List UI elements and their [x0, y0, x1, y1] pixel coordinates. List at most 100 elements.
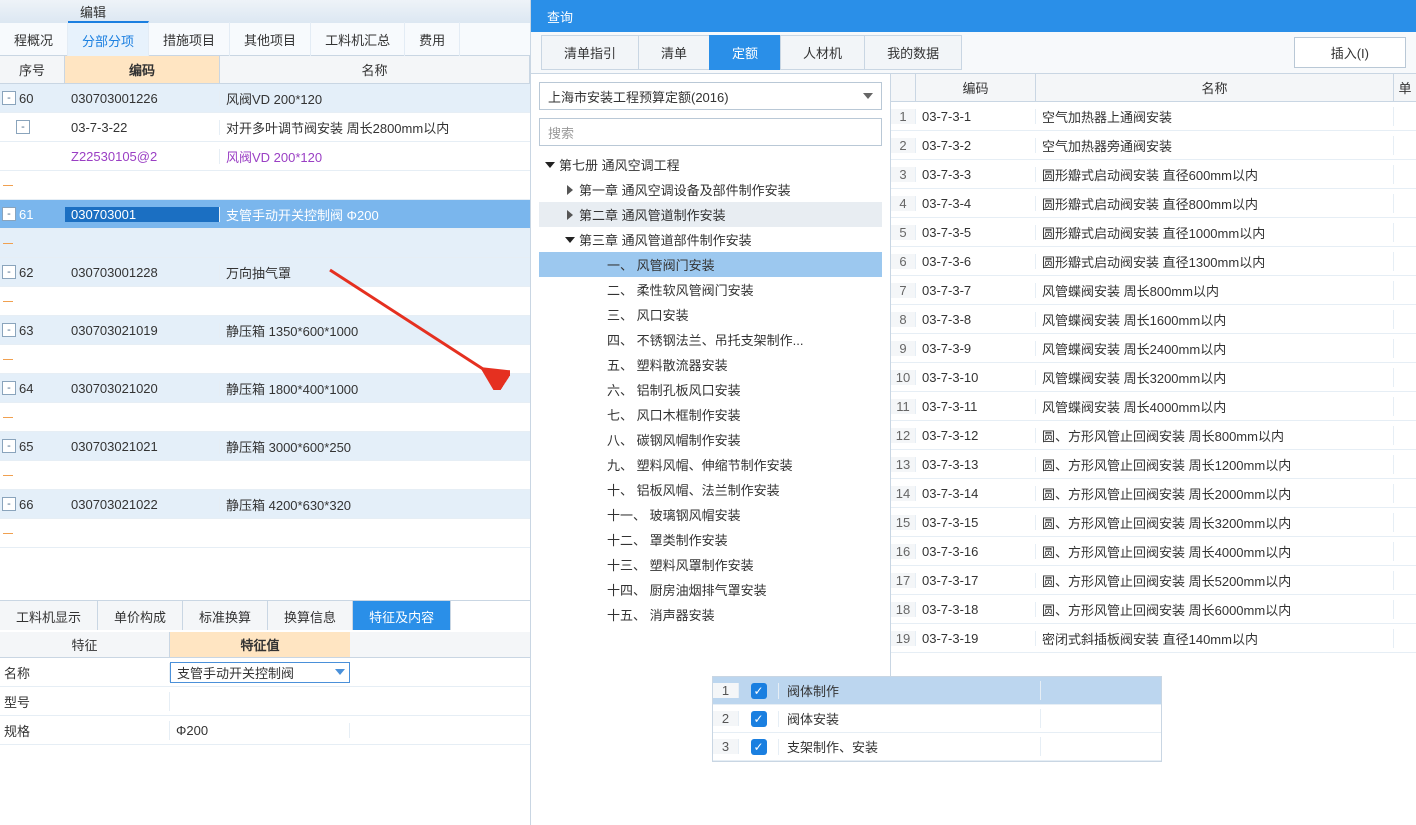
tree-node[interactable]: 第一章 通风空调设备及部件制作安装 [539, 177, 882, 202]
grid-body[interactable]: -60030703001226风阀VD 200*120-03-7-3-22对开多… [0, 84, 530, 594]
data-col-name: 名称 [1036, 74, 1394, 101]
data-row[interactable]: 1003-7-3-10风管蝶阀安装 周长3200mm以内 [891, 363, 1416, 392]
query-tab[interactable]: 我的数据 [864, 35, 962, 70]
query-tab[interactable]: 人材机 [780, 35, 865, 70]
data-row[interactable]: 1903-7-3-19密闭式斜插板阀安装 直径140mm以内 [891, 624, 1416, 653]
tree-twisty-icon[interactable] [565, 237, 575, 243]
tree-node[interactable]: 九、 塑料风帽、伸缩节制作安装 [539, 452, 882, 477]
query-title: 查询 [547, 7, 573, 26]
data-row[interactable]: 1303-7-3-13圆、方形风管止回阀安装 周长1200mm以内 [891, 450, 1416, 479]
bottom-tab[interactable]: 特征及内容 [353, 601, 451, 630]
tree-node[interactable]: 六、 铝制孔板风口安装 [539, 377, 882, 402]
expand-toggle[interactable]: - [2, 323, 16, 337]
data-row[interactable]: 1403-7-3-14圆、方形风管止回阀安装 周长2000mm以内 [891, 479, 1416, 508]
top-tab[interactable]: 措施项目 [149, 22, 230, 57]
bottom-tab[interactable]: 单价构成 [98, 601, 183, 630]
tree-node[interactable]: 七、 风口木框制作安装 [539, 402, 882, 427]
col-code: 编码 [65, 56, 220, 83]
top-tab[interactable]: 费用 [405, 22, 460, 57]
grid-row[interactable]: -60030703001226风阀VD 200*120 [0, 84, 530, 113]
tree-twisty-icon[interactable] [545, 162, 555, 168]
expand-toggle[interactable]: - [16, 120, 30, 134]
feature-table-head: 特征 特征值 [0, 632, 530, 658]
data-row[interactable]: 103-7-3-1空气加热器上通阀安装 [891, 102, 1416, 131]
quota-select[interactable]: 上海市安装工程预算定额(2016) [539, 82, 882, 110]
checklist-row[interactable]: 3✓支架制作、安装 [713, 733, 1161, 761]
checkbox-icon[interactable]: ✓ [751, 739, 767, 755]
data-row[interactable]: 1803-7-3-18圆、方形风管止回阀安装 周长6000mm以内 [891, 595, 1416, 624]
feature-col-name: 特征 [0, 632, 170, 657]
tree-node[interactable]: 第二章 通风管道制作安装 [539, 202, 882, 227]
top-tab[interactable]: 其他项目 [230, 22, 311, 57]
tree-node[interactable]: 第三章 通风管道部件制作安装 [539, 227, 882, 252]
grid-row[interactable]: Z22530105@2风阀VD 200*120 [0, 142, 530, 171]
data-row[interactable]: 403-7-3-4圆形瓣式启动阀安装 直径800mm以内 [891, 189, 1416, 218]
expand-toggle[interactable]: - [2, 91, 16, 105]
tree-twisty-icon[interactable] [567, 210, 573, 220]
tree-node[interactable]: 五、 塑料散流器安装 [539, 352, 882, 377]
bottom-tab[interactable]: 换算信息 [268, 601, 353, 630]
tree-scroll[interactable]: 第七册 通风空调工程第一章 通风空调设备及部件制作安装第二章 通风管道制作安装第… [539, 152, 882, 672]
expand-toggle[interactable]: - [2, 497, 16, 511]
col-seq: 序号 [0, 56, 65, 83]
tree-node[interactable]: 十二、 罩类制作安装 [539, 527, 882, 552]
expand-toggle[interactable]: - [2, 439, 16, 453]
tree-node[interactable]: 四、 不锈钢法兰、吊托支架制作... [539, 327, 882, 352]
top-tab[interactable]: 分部分项 [68, 21, 149, 58]
data-row[interactable]: 303-7-3-3圆形瓣式启动阀安装 直径600mm以内 [891, 160, 1416, 189]
checkbox-icon[interactable]: ✓ [751, 711, 767, 727]
grid-row[interactable]: -63030703021019静压箱 1350*600*1000 [0, 316, 530, 345]
data-row[interactable]: 1703-7-3-17圆、方形风管止回阀安装 周长5200mm以内 [891, 566, 1416, 595]
tree-node[interactable]: 三、 风口安装 [539, 302, 882, 327]
checkbox-icon[interactable]: ✓ [751, 683, 767, 699]
tree-node[interactable]: 一、 风管阀门安装 [539, 252, 882, 277]
query-title-bar: 查询 [531, 0, 1416, 32]
data-row[interactable]: 203-7-3-2空气加热器旁通阀安装 [891, 131, 1416, 160]
query-tabs: 清单指引清单定额人材机我的数据 [541, 35, 961, 70]
grid-row[interactable]: -65030703021021静压箱 3000*600*250 [0, 432, 530, 461]
grid-row[interactable]: -03-7-3-22对开多叶调节阀安装 周长2800mm以内 [0, 113, 530, 142]
tree-node[interactable]: 十五、 消声器安装 [539, 602, 882, 627]
tree-node[interactable]: 第七册 通风空调工程 [539, 152, 882, 177]
checklist-row[interactable]: 1✓阀体制作 [713, 677, 1161, 705]
tree-node[interactable]: 十三、 塑料风罩制作安装 [539, 552, 882, 577]
data-row[interactable]: 1203-7-3-12圆、方形风管止回阀安装 周长800mm以内 [891, 421, 1416, 450]
data-row[interactable]: 603-7-3-6圆形瓣式启动阀安装 直径1300mm以内 [891, 247, 1416, 276]
insert-button[interactable]: 插入(I) [1294, 37, 1406, 68]
data-pane: 编码 名称 单 103-7-3-1空气加热器上通阀安装203-7-3-2空气加热… [891, 74, 1416, 680]
tree-node[interactable]: 八、 碳钢风帽制作安装 [539, 427, 882, 452]
tree-search-input[interactable]: 搜索 [539, 118, 882, 146]
expand-toggle[interactable]: - [2, 207, 16, 221]
data-row[interactable]: 1603-7-3-16圆、方形风管止回阀安装 周长4000mm以内 [891, 537, 1416, 566]
feature-row[interactable]: 名称支管手动开关控制阀 [0, 658, 530, 687]
query-tab[interactable]: 定额 [709, 35, 781, 70]
checklist-row[interactable]: 2✓阀体安装 [713, 705, 1161, 733]
grid-row[interactable]: -66030703021022静压箱 4200*630*320 [0, 490, 530, 519]
feature-row[interactable]: 规格Φ200 [0, 716, 530, 745]
data-rows[interactable]: 103-7-3-1空气加热器上通阀安装203-7-3-2空气加热器旁通阀安装30… [891, 102, 1416, 680]
bottom-tab[interactable]: 工料机显示 [0, 601, 98, 630]
query-tab[interactable]: 清单指引 [541, 35, 639, 70]
data-row[interactable]: 703-7-3-7风管蝶阀安装 周长800mm以内 [891, 276, 1416, 305]
top-tab[interactable]: 工料机汇总 [311, 22, 405, 57]
tree-node[interactable]: 二、 柔性软风管阀门安装 [539, 277, 882, 302]
top-tab[interactable]: 程概况 [0, 22, 68, 57]
expand-toggle[interactable]: - [2, 265, 16, 279]
data-row[interactable]: 503-7-3-5圆形瓣式启动阀安装 直径1000mm以内 [891, 218, 1416, 247]
tree-node[interactable]: 十一、 玻璃钢风帽安装 [539, 502, 882, 527]
tree-twisty-icon[interactable] [567, 185, 573, 195]
data-row[interactable]: 1103-7-3-11风管蝶阀安装 周长4000mm以内 [891, 392, 1416, 421]
dropdown-icon[interactable] [335, 669, 345, 675]
grid-row[interactable]: -62030703001228万向抽气罩 [0, 258, 530, 287]
grid-row[interactable]: -64030703021020静压箱 1800*400*1000 [0, 374, 530, 403]
data-row[interactable]: 903-7-3-9风管蝶阀安装 周长2400mm以内 [891, 334, 1416, 363]
tree-node[interactable]: 十四、 厨房油烟排气罩安装 [539, 577, 882, 602]
tree-node[interactable]: 十、 铝板风帽、法兰制作安装 [539, 477, 882, 502]
data-row[interactable]: 1503-7-3-15圆、方形风管止回阀安装 周长3200mm以内 [891, 508, 1416, 537]
data-row[interactable]: 803-7-3-8风管蝶阀安装 周长1600mm以内 [891, 305, 1416, 334]
grid-row[interactable]: -61030703001支管手动开关控制阀 Φ200 [0, 200, 530, 229]
bottom-tab[interactable]: 标准换算 [183, 601, 268, 630]
feature-row[interactable]: 型号 [0, 687, 530, 716]
query-tab[interactable]: 清单 [638, 35, 710, 70]
expand-toggle[interactable]: - [2, 381, 16, 395]
